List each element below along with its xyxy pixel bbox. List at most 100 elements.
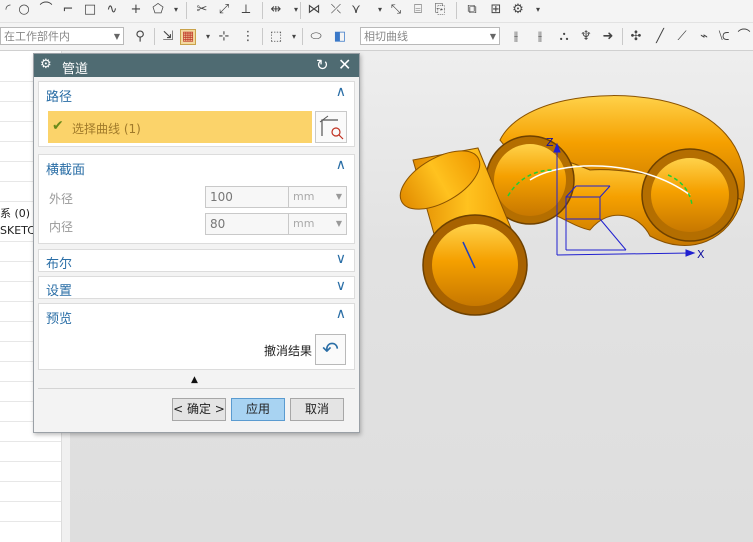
- snap-grid-icon[interactable]: ⋮: [240, 29, 256, 45]
- derive-dropdown-icon[interactable]: ▾: [372, 2, 388, 18]
- preview-header[interactable]: 预览: [46, 308, 72, 327]
- cross-section-header[interactable]: 横截面: [46, 159, 85, 178]
- chevron-up-icon[interactable]: ∧: [336, 157, 346, 173]
- outer-diameter-unit[interactable]: mm ▼: [288, 186, 347, 208]
- selection-filter-icon[interactable]: ⚲: [132, 29, 148, 45]
- dimension-icon[interactable]: ⚙: [510, 2, 526, 18]
- boolean-section[interactable]: 布尔 ∨: [38, 249, 355, 272]
- intersect-icon[interactable]: ⌸: [410, 2, 426, 18]
- snap-endpoint-icon[interactable]: ✣: [628, 29, 644, 45]
- axis-z-label: Z: [546, 136, 554, 149]
- pattern-icon[interactable]: ⤫: [328, 2, 344, 18]
- arc-icon[interactable]: ◜: [0, 2, 16, 18]
- collapse-up-icon[interactable]: ▲: [191, 375, 198, 385]
- navigator-item-coordinate[interactable]: 系 (0): [0, 205, 30, 221]
- project-icon[interactable]: ⤡: [388, 2, 404, 18]
- path-section-header[interactable]: 路径: [46, 86, 72, 105]
- arrow-right-icon[interactable]: ➜: [600, 29, 616, 45]
- snap-tangent-icon[interactable]: ⟈: [716, 29, 732, 45]
- outer-unit-value: mm: [293, 190, 315, 203]
- curve-icon[interactable]: ⌐: [60, 2, 76, 18]
- chevron-down-icon[interactable]: ∨: [336, 278, 346, 294]
- close-icon[interactable]: ✕: [338, 55, 351, 74]
- scope-combo-value: 在工作部件内: [4, 30, 70, 43]
- chevron-down-icon: ▼: [113, 32, 120, 41]
- chevron-up-icon[interactable]: ∧: [336, 84, 346, 100]
- curve-selector-button[interactable]: [315, 111, 347, 143]
- ok-button[interactable]: < 确定 >: [172, 398, 226, 421]
- snap-point-icon[interactable]: ⊹: [216, 29, 232, 45]
- fillet-icon[interactable]: ⌒: [38, 2, 54, 18]
- cross-section-section: 横截面 ∧ 外径 100 mm ▼ 内径 80 mm ▼: [38, 154, 355, 244]
- mirror-dropdown-icon[interactable]: ▾: [288, 2, 304, 18]
- cancel-button[interactable]: 取消: [290, 398, 344, 421]
- mirror-icon[interactable]: ⇹: [268, 2, 284, 18]
- reset-icon[interactable]: ↻: [316, 56, 329, 74]
- scope-combo[interactable]: 在工作部件内 ▼: [0, 27, 124, 45]
- apply-button[interactable]: 应用: [231, 398, 285, 421]
- polygon-icon[interactable]: ⬠: [150, 2, 166, 18]
- select-curve-label: 选择曲线 (1): [72, 122, 141, 136]
- undo-icon: ↶: [322, 337, 339, 361]
- rectangle-icon[interactable]: □: [82, 2, 98, 18]
- chevron-up-icon[interactable]: ∧: [336, 306, 346, 322]
- offset-icon[interactable]: ⋈: [306, 2, 322, 18]
- dimension-dropdown-icon[interactable]: ▾: [530, 2, 546, 18]
- view-shaded-icon[interactable]: ⬭: [308, 29, 324, 45]
- preview-section: 预览 ∧ 撤消结果 ↶: [38, 303, 355, 370]
- select-dropdown-icon[interactable]: ▾: [200, 29, 216, 45]
- extend-icon[interactable]: ⤢: [216, 2, 232, 18]
- chevron-down-icon: ▼: [335, 219, 342, 228]
- dialog-divider: [38, 388, 355, 389]
- outer-diameter-input[interactable]: 100: [205, 186, 289, 208]
- chevron-down-icon[interactable]: ∨: [336, 251, 346, 267]
- view-cube-icon[interactable]: ◧: [332, 29, 348, 45]
- spline-icon[interactable]: ∿: [104, 2, 120, 18]
- trim-icon[interactable]: ✂: [194, 2, 210, 18]
- axis-x-label: X: [697, 248, 705, 261]
- derive-icon[interactable]: ⋎: [348, 2, 364, 18]
- select-feature-icon[interactable]: ▦: [180, 29, 196, 45]
- settings-header: 设置: [46, 284, 73, 299]
- select-component-icon[interactable]: ⇲: [160, 29, 176, 45]
- snap-line-icon[interactable]: ╱: [652, 29, 668, 45]
- dialog-title-bar[interactable]: ⚙ 管道 ↻ ✕: [34, 54, 359, 77]
- copy-icon[interactable]: ⎘: [432, 2, 448, 18]
- constraint-icon[interactable]: ⊞: [488, 2, 504, 18]
- circle-icon[interactable]: ○: [16, 2, 32, 18]
- point-icon[interactable]: +: [128, 2, 144, 18]
- check-icon: ✔: [52, 118, 64, 134]
- follow-fillet-icon[interactable]: ⫲: [532, 29, 548, 45]
- select-curve-row[interactable]: ✔ 选择曲线 (1): [48, 111, 312, 143]
- box-select-icon[interactable]: ⬚: [268, 29, 284, 45]
- feature-curves-icon[interactable]: ⛬: [556, 29, 572, 45]
- select-curve-icon: [319, 115, 344, 140]
- dialog-title: 管道: [62, 62, 89, 77]
- undo-result-label: 撤消结果: [264, 344, 313, 358]
- corner-icon[interactable]: ⟂: [238, 2, 254, 18]
- layer-icon[interactable]: ⧉: [464, 2, 480, 18]
- chevron-down-icon: ▼: [335, 192, 342, 201]
- box-select-dropdown-icon[interactable]: ▾: [286, 29, 302, 45]
- toolbar-row-2: 在工作部件内 ▼ ⚲ ⇲ ▦ ▾ ⊹ ⋮ ⬚ ▾ ⬭ ◧ 相切曲线 ▼ ⫲ ⫲ …: [0, 23, 753, 51]
- inner-diameter-input[interactable]: 80: [205, 213, 289, 235]
- sketch-icon[interactable]: ♆: [578, 29, 594, 45]
- path-section: 路径 ∧ ✔ 选择曲线 (1): [38, 81, 355, 147]
- toolbar-row-1: ◜ ○ ⌒ ⌐ □ ∿ + ⬠ ▾ ✂ ⤢ ⟂ ⇹ ▾ ⋈ ⤫ ⋎ ▾ ⤡ ⌸ …: [0, 0, 753, 23]
- pipe-elbow: [485, 95, 745, 246]
- boolean-header: 布尔: [46, 257, 73, 272]
- gear-icon[interactable]: ⚙: [40, 57, 52, 72]
- snap-arc-icon[interactable]: ⌒: [736, 29, 752, 45]
- chevron-down-icon: ▼: [489, 32, 496, 41]
- outer-diameter-label: 外径: [49, 192, 74, 206]
- curve-rule-value: 相切曲线: [364, 30, 408, 43]
- snap-midpoint-icon[interactable]: ⟋: [674, 29, 690, 45]
- polygon-dropdown-icon[interactable]: ▾: [168, 2, 184, 18]
- stop-at-intersection-icon[interactable]: ⫲: [508, 29, 524, 45]
- pipe-dialog: ⚙ 管道 ↻ ✕ 路径 ∧ ✔ 选择曲线 (1) 横截面 ∧ 外径 100 mm…: [33, 53, 360, 433]
- settings-section[interactable]: 设置 ∨: [38, 276, 355, 299]
- curve-rule-combo[interactable]: 相切曲线 ▼: [360, 27, 500, 45]
- inner-diameter-unit[interactable]: mm ▼: [288, 213, 347, 235]
- undo-result-button[interactable]: ↶: [315, 334, 346, 365]
- snap-curve-icon[interactable]: ⌁: [696, 29, 712, 45]
